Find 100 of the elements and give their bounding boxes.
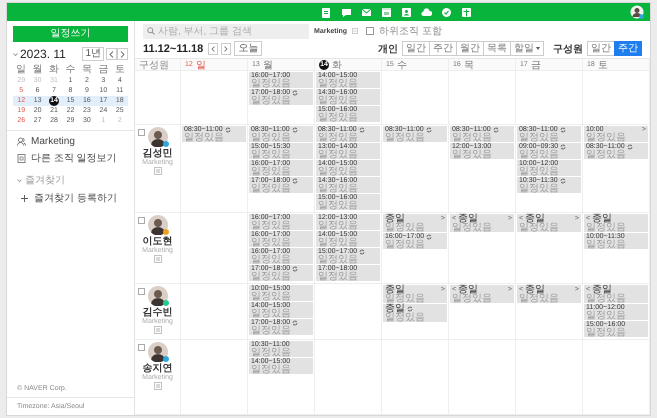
sidebar-item[interactable]: Marketing bbox=[31, 136, 75, 147]
day-cell[interactable] bbox=[449, 71, 516, 125]
event-note: 일정있음 bbox=[452, 223, 493, 232]
event-time: 종일 bbox=[458, 285, 478, 294]
event-time: 종일 bbox=[525, 214, 546, 223]
day-cell[interactable] bbox=[181, 340, 248, 415]
event-note: 일정있음 bbox=[519, 167, 560, 176]
personal-label: 개인 bbox=[378, 42, 398, 56]
view-dropdown[interactable]: 할일 bbox=[510, 41, 544, 56]
view-tab[interactable]: 월간 bbox=[456, 41, 484, 56]
column-header: 구성원 bbox=[139, 58, 169, 72]
event-note: 일정있음 bbox=[385, 313, 426, 322]
event-note: 일정있음 bbox=[251, 96, 292, 105]
checkbox[interactable] bbox=[138, 288, 145, 295]
today-button[interactable]: 오늘 bbox=[234, 41, 262, 56]
event-note: 일정있음 bbox=[251, 272, 292, 281]
event-note: 일정있음 bbox=[251, 133, 292, 142]
contact-icon[interactable] bbox=[401, 6, 412, 18]
view-tab[interactable]: 주간 bbox=[429, 41, 457, 56]
day-cell[interactable] bbox=[315, 284, 382, 340]
event-note: 일정있음 bbox=[318, 96, 359, 105]
event-note: 일정있음 bbox=[318, 201, 359, 210]
search-field[interactable]: 사람, 부서, 그룹 검색 bbox=[143, 24, 309, 38]
member-label: 구성원 bbox=[553, 42, 583, 56]
event-note: 일정있음 bbox=[519, 294, 560, 303]
event-note: 일정있음 bbox=[385, 240, 426, 249]
event-time: 종일 bbox=[385, 304, 405, 313]
sidebar-item[interactable]: 다른 조직 일정보기 bbox=[31, 151, 117, 165]
chat-icon[interactable] bbox=[341, 6, 352, 18]
view-tab[interactable]: 일간 bbox=[587, 41, 615, 56]
date-range: 11.12~11.18 bbox=[143, 42, 204, 54]
view-tab[interactable]: 일간 bbox=[402, 41, 430, 56]
event-note: 일정있음 bbox=[452, 133, 493, 142]
mail-icon[interactable] bbox=[361, 6, 372, 18]
day-cell[interactable] bbox=[516, 340, 583, 415]
checkbox[interactable] bbox=[138, 129, 145, 136]
event-note: 일정있음 bbox=[318, 272, 359, 281]
event-time: 종일 bbox=[525, 285, 546, 294]
next-button[interactable] bbox=[117, 48, 128, 60]
add-favorite-link[interactable]: 즐겨찾기 등록하기 bbox=[34, 191, 117, 205]
weekday-label: 일 bbox=[15, 64, 28, 76]
member-name[interactable]: 이도현 bbox=[142, 236, 172, 247]
event-note: 일정있음 bbox=[251, 326, 292, 335]
event-note: 일정있음 bbox=[184, 133, 225, 142]
day-cell[interactable] bbox=[181, 71, 248, 125]
event-time: 종일 bbox=[592, 285, 612, 294]
chevron-right-icon bbox=[120, 50, 125, 58]
member-name[interactable]: 송지연 bbox=[142, 363, 172, 374]
day-cell[interactable] bbox=[382, 71, 449, 125]
plus-icon bbox=[21, 194, 28, 202]
checkbox[interactable] bbox=[138, 217, 145, 224]
event-note: 일정있음 bbox=[251, 292, 292, 301]
view-tab[interactable]: 주간 bbox=[614, 41, 642, 56]
month-title: 2023. 11 bbox=[20, 47, 67, 61]
checkbox[interactable] bbox=[366, 27, 374, 35]
chevron-left-icon bbox=[109, 50, 114, 58]
day-cell[interactable] bbox=[516, 71, 583, 125]
event-note: 일정있음 bbox=[251, 221, 292, 230]
event-note: 일정있음 bbox=[251, 184, 292, 193]
view-tab[interactable]: 목록 bbox=[483, 41, 511, 56]
event-note: 일정있음 bbox=[519, 184, 560, 193]
member-name[interactable]: 김성민 bbox=[142, 148, 172, 159]
event-note: 일정있음 bbox=[251, 167, 292, 176]
next-button[interactable] bbox=[221, 42, 232, 54]
event-block[interactable]: 종일 일정있음 bbox=[383, 304, 447, 322]
prev-button[interactable] bbox=[106, 48, 117, 60]
checkbox[interactable] bbox=[138, 344, 145, 351]
event-note: 일정있음 bbox=[251, 238, 292, 247]
year-button[interactable]: 1년 bbox=[82, 47, 104, 61]
weekday-label: 화 bbox=[48, 64, 60, 76]
event-note: 일정있음 bbox=[519, 133, 560, 142]
weekday-label: 토 bbox=[114, 64, 126, 76]
day-cell[interactable] bbox=[382, 340, 449, 415]
day-cell[interactable] bbox=[583, 340, 650, 415]
weekday-label: 월 bbox=[32, 64, 44, 76]
event-note: 일정있음 bbox=[586, 328, 627, 337]
prev-button[interactable] bbox=[208, 42, 218, 54]
caret-icon[interactable] bbox=[13, 52, 18, 56]
event-note: 일정있음 bbox=[586, 150, 627, 159]
cloud-icon[interactable] bbox=[421, 6, 432, 18]
day-cell[interactable] bbox=[315, 340, 382, 415]
event-note: 일정있음 bbox=[385, 294, 426, 303]
day-cell[interactable] bbox=[583, 71, 650, 125]
member-name[interactable]: 김수빈 bbox=[142, 307, 172, 318]
avatar-icon[interactable] bbox=[630, 5, 644, 19]
weekday-label: 일 bbox=[196, 58, 206, 72]
event-note: 일정있음 bbox=[385, 133, 426, 142]
avatar-icon bbox=[148, 342, 168, 362]
weekday-label: 수 bbox=[396, 58, 407, 72]
weekday-label: 토 bbox=[598, 58, 608, 72]
day-cell[interactable] bbox=[181, 284, 248, 340]
event-time: 종일 bbox=[385, 285, 405, 294]
day-cell[interactable] bbox=[449, 340, 516, 415]
caret-down-icon[interactable] bbox=[17, 178, 22, 182]
board-icon[interactable] bbox=[321, 6, 332, 18]
event-note: 일정있음 bbox=[251, 309, 292, 318]
event-time: 종일 bbox=[458, 214, 478, 223]
org-chart-icon[interactable] bbox=[352, 28, 358, 34]
day-cell[interactable] bbox=[181, 213, 248, 284]
check-icon[interactable] bbox=[441, 6, 452, 18]
